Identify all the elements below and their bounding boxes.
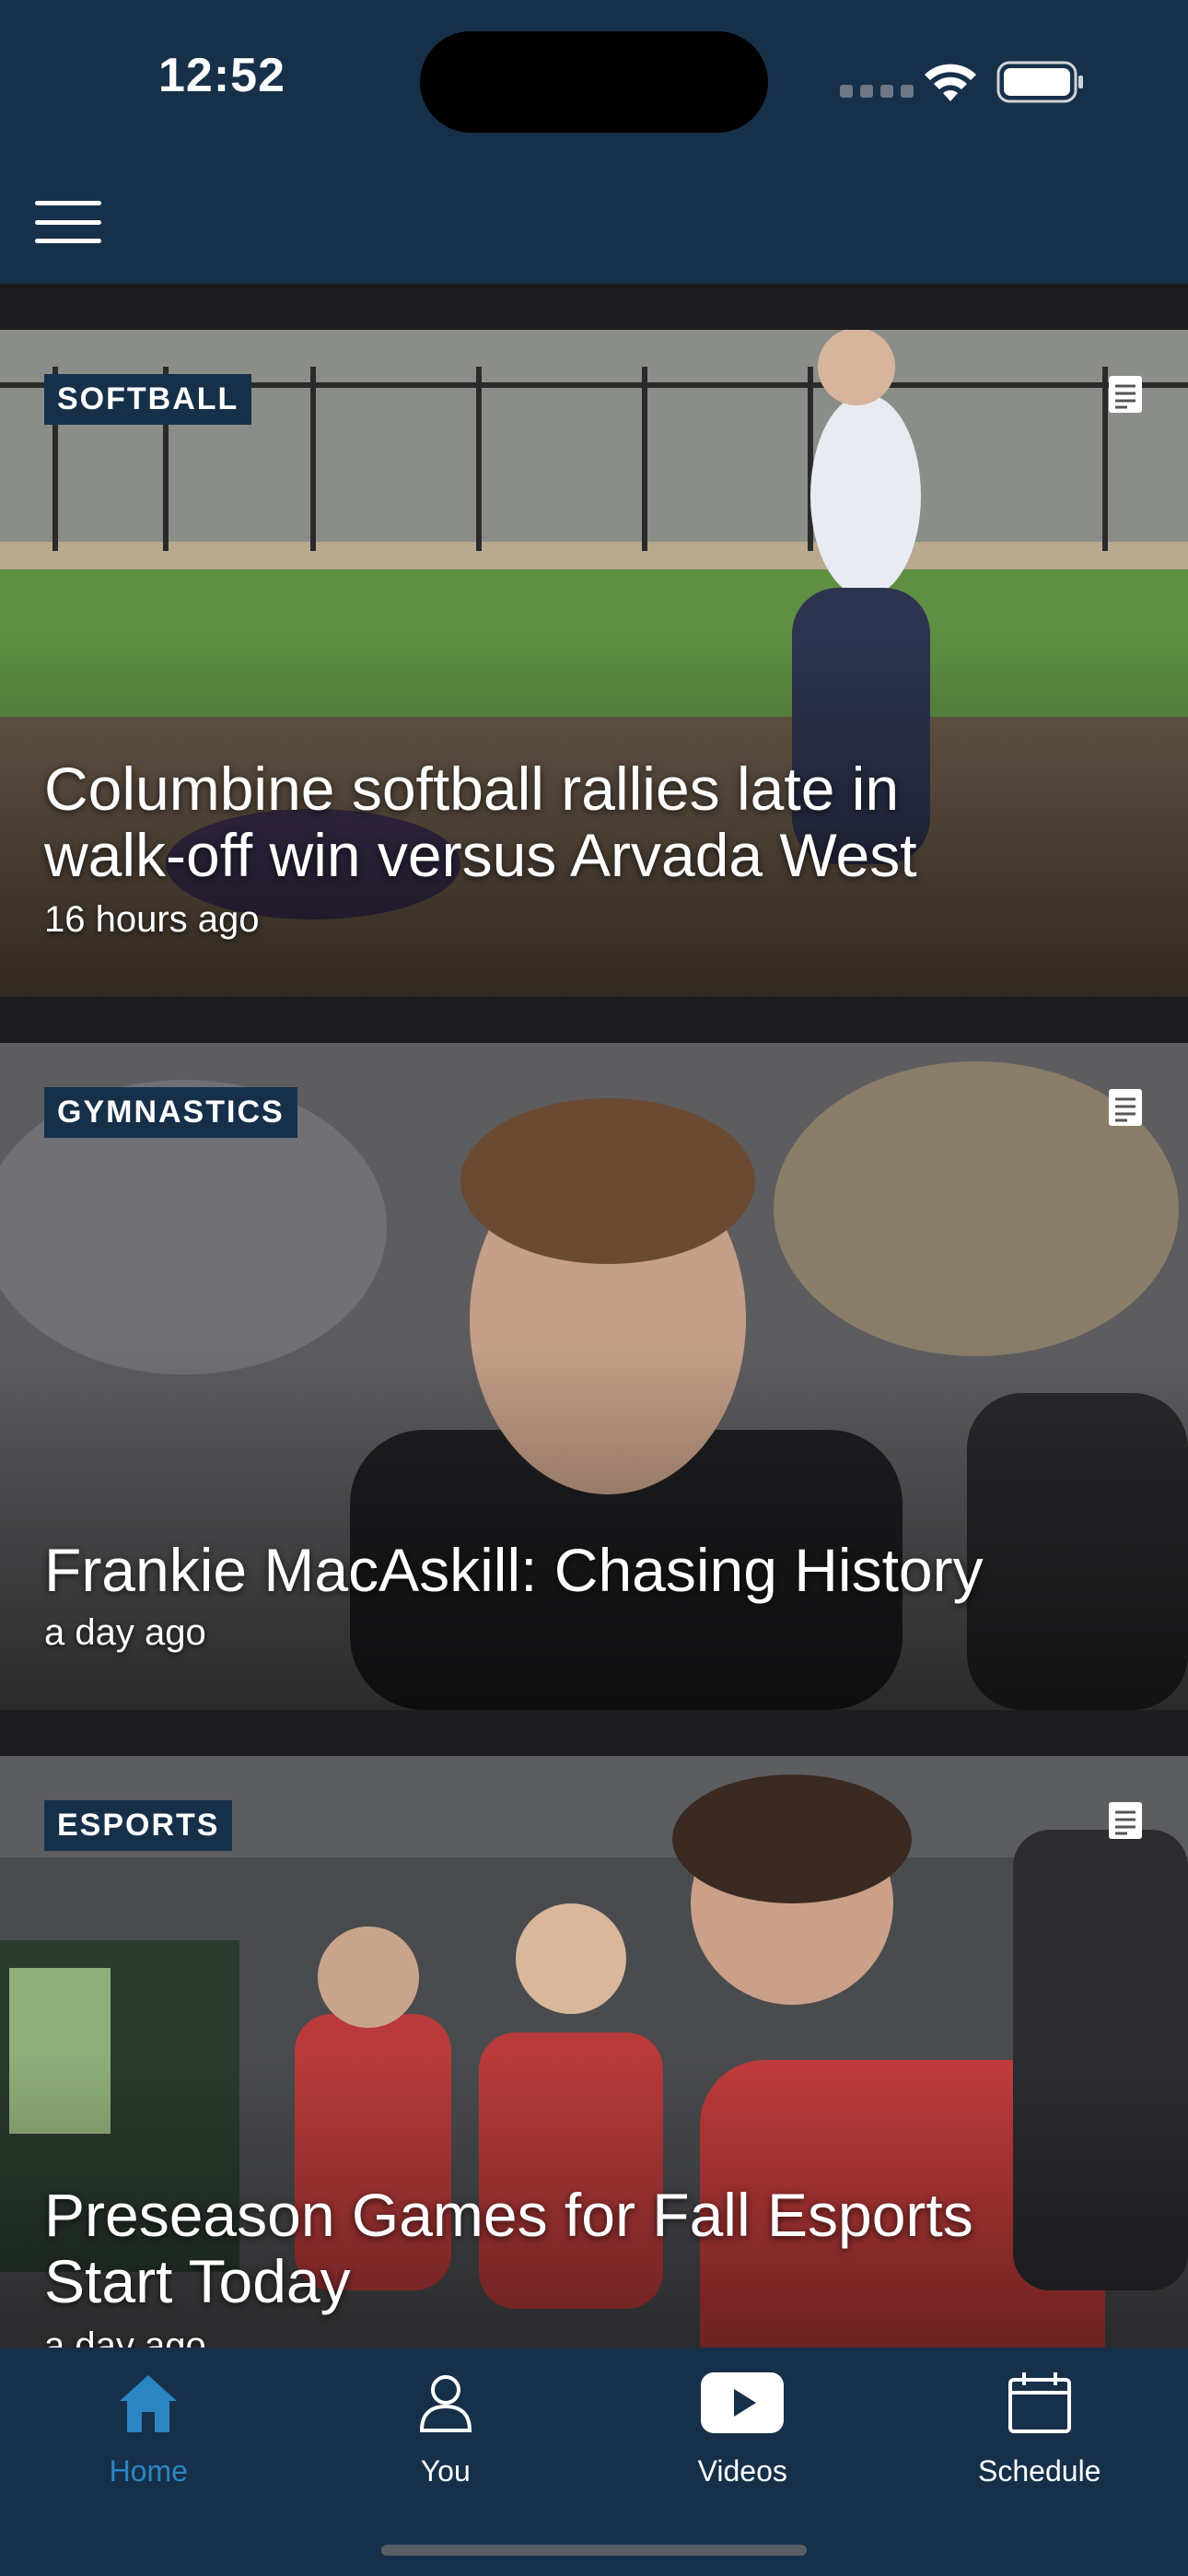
article-document-icon [1109,376,1142,413]
battery-icon [996,61,1083,103]
article-card[interactable]: GYMNASTICS Frankie MacAskill: Chasing Hi… [0,1043,1188,1710]
article-card[interactable]: ESPORTS Preseason Games for Fall Esports… [0,1756,1188,2423]
article-card[interactable]: SOFTBALL Columbine softball rallies late… [0,330,1188,997]
dynamic-island [420,31,768,133]
tab-schedule-label: Schedule [978,2454,1101,2488]
bottom-tab-bar: Home You Videos Schedule [0,2348,1188,2576]
tab-home[interactable]: Home [0,2348,297,2576]
article-document-icon [1109,1089,1142,1126]
cellular-signal-icon [840,85,914,98]
app-header: 12:52 [0,0,1188,284]
tab-videos[interactable]: Videos [594,2348,891,2576]
home-indicator[interactable] [381,2545,807,2556]
tab-you[interactable]: You [297,2348,595,2576]
person-icon [416,2370,475,2436]
article-headline[interactable]: Preseason Games for Fall Esports Start T… [44,2182,1144,2314]
article-timestamp: a day ago [44,1612,206,1653]
category-badge: SOFTBALL [44,374,252,425]
calendar-icon [1007,2370,1072,2436]
news-feed[interactable]: SOFTBALL Columbine softball rallies late… [0,330,1188,2469]
article-document-icon [1109,1802,1142,1839]
tab-you-label: You [420,2454,471,2488]
tab-home-label: Home [109,2454,188,2488]
category-badge: ESPORTS [44,1800,233,1851]
tab-schedule[interactable]: Schedule [891,2348,1188,2576]
tab-videos-label: Videos [697,2454,787,2488]
wifi-icon [925,64,976,101]
article-timestamp: 16 hours ago [44,899,260,940]
article-headline[interactable]: Columbine softball rallies late in walk-… [44,755,1144,888]
status-time: 12:52 [158,49,285,102]
category-badge: GYMNASTICS [44,1087,297,1138]
play-icon [701,2370,785,2436]
article-headline[interactable]: Frankie MacAskill: Chasing History [44,1537,1144,1603]
home-icon [116,2370,181,2436]
hamburger-menu-button[interactable] [35,201,101,243]
